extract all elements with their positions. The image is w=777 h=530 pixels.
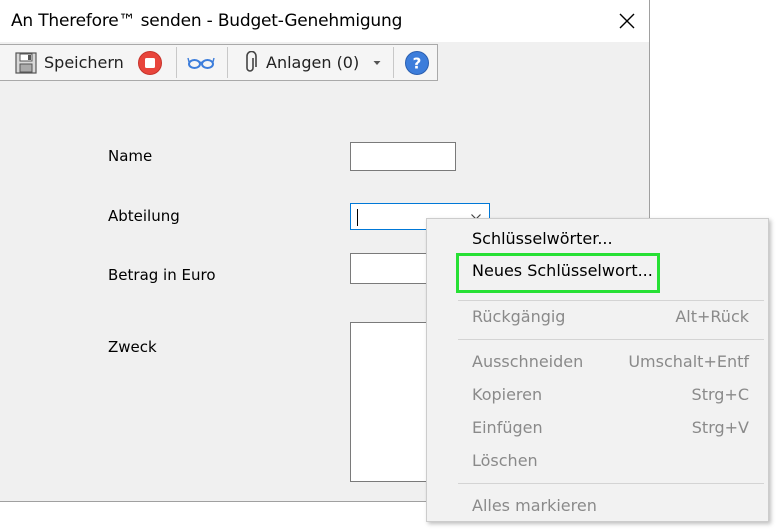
title-bar: An Therefore™ senden - Budget-Genehmigun… xyxy=(0,0,649,42)
menu-separator xyxy=(458,483,764,484)
floppy-disk-icon xyxy=(15,51,37,74)
help-icon: ? xyxy=(405,50,429,75)
department-label: Abteilung xyxy=(108,207,180,225)
purpose-label: Zweck xyxy=(108,338,157,356)
stop-icon xyxy=(138,50,162,75)
menu-item-label: Löschen xyxy=(472,451,538,470)
purpose-textarea[interactable] xyxy=(350,322,430,482)
menu-item-shortcut: Alt+Rück xyxy=(675,307,749,326)
menu-item-select-all[interactable]: Alles markieren xyxy=(427,491,768,521)
menu-item-undo[interactable]: Rückgängig Alt+Rück xyxy=(427,302,768,332)
viewer-button[interactable] xyxy=(187,45,215,80)
save-button-label: Speichern xyxy=(44,53,124,72)
menu-separator xyxy=(458,300,764,301)
help-button[interactable]: ? xyxy=(404,45,430,80)
close-button[interactable] xyxy=(604,0,649,42)
menu-item-label: Rückgängig xyxy=(472,307,566,326)
menu-item-new-keyword[interactable]: Neues Schlüsselwort... xyxy=(427,256,768,286)
close-icon xyxy=(619,13,634,29)
menu-item-label: Neues Schlüsselwort... xyxy=(472,261,653,280)
toolbar-separator xyxy=(176,47,177,78)
toolbar-separator xyxy=(393,47,394,78)
svg-text:?: ? xyxy=(413,54,422,72)
text-caret xyxy=(357,209,358,226)
menu-item-keywords[interactable]: Schlüsselwörter... xyxy=(427,224,768,254)
attachments-button[interactable]: Anlagen (0) xyxy=(242,45,382,80)
chevron-down-icon[interactable] xyxy=(372,59,382,67)
menu-separator xyxy=(458,339,764,340)
menu-item-label: Alles markieren xyxy=(472,496,597,515)
window-title: An Therefore™ senden - Budget-Genehmigun… xyxy=(11,11,403,31)
paperclip-icon xyxy=(246,50,257,72)
menu-item-cut[interactable]: Ausschneiden Umschalt+Entf xyxy=(427,347,768,377)
name-label: Name xyxy=(108,147,153,165)
menu-item-label: Kopieren xyxy=(472,385,543,404)
menu-item-shortcut: Umschalt+Entf xyxy=(628,352,749,371)
amount-field[interactable] xyxy=(350,253,430,284)
menu-item-label: Schlüsselwörter... xyxy=(472,229,613,248)
name-field[interactable] xyxy=(350,142,456,171)
menu-item-label: Einfügen xyxy=(472,418,543,437)
toolbar-separator xyxy=(227,47,228,78)
menu-item-delete[interactable]: Löschen xyxy=(427,446,768,476)
menu-item-copy[interactable]: Kopieren Strg+C xyxy=(427,380,768,410)
toolbar: Speichern Anlagen (0) ? xyxy=(0,44,438,81)
menu-item-shortcut: Strg+C xyxy=(691,385,749,404)
amount-label: Betrag in Euro xyxy=(108,266,216,284)
menu-item-shortcut: Strg+V xyxy=(691,418,749,437)
context-menu: Schlüsselwörter... Neues Schlüsselwort..… xyxy=(426,218,769,522)
save-button[interactable]: Speichern xyxy=(14,45,124,80)
menu-item-label: Ausschneiden xyxy=(472,352,584,371)
attachments-button-label: Anlagen (0) xyxy=(266,53,360,72)
menu-item-paste[interactable]: Einfügen Strg+V xyxy=(427,413,768,443)
stop-button[interactable] xyxy=(137,45,163,80)
glasses-icon xyxy=(187,57,215,69)
